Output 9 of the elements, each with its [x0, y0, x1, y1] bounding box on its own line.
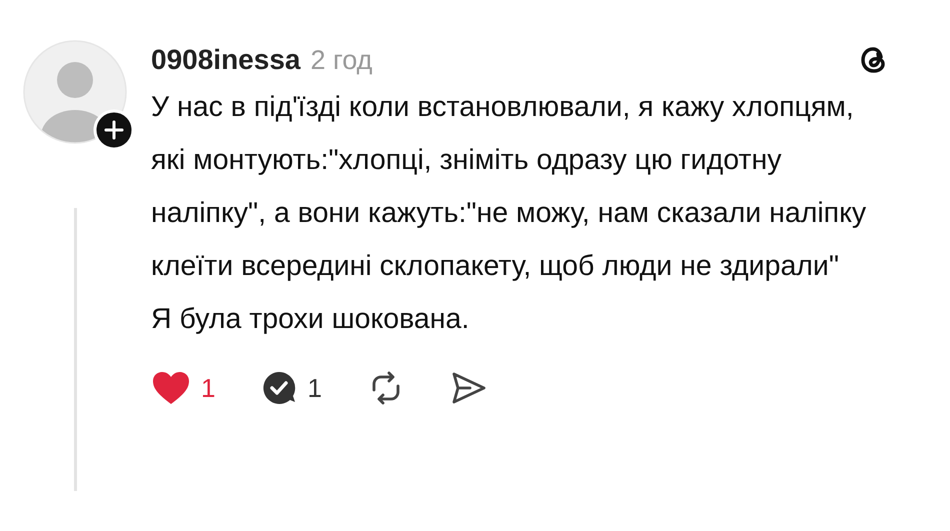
comment-text: У нас в під'їзді коли встановлювали, я кажу хлопцям, які монтують:"хлопці, зніміть одразу цю гидотну наліпку", а вони кажуть:"не можу, нам сказали наліпку клеїти всередині склопакету, щоб люди не здирали" — [151, 90, 868, 284]
comment-text: Я була трохи шокована. — [151, 302, 470, 337]
share-icon[interactable] — [450, 370, 488, 406]
heart-icon[interactable] — [151, 370, 191, 406]
post-time: 2 год — [310, 44, 372, 76]
reply-count: 1 — [307, 372, 322, 404]
comment-icon[interactable] — [261, 370, 298, 406]
username[interactable]: 0908inessa — [151, 44, 300, 76]
like-count: 1 — [201, 372, 216, 404]
